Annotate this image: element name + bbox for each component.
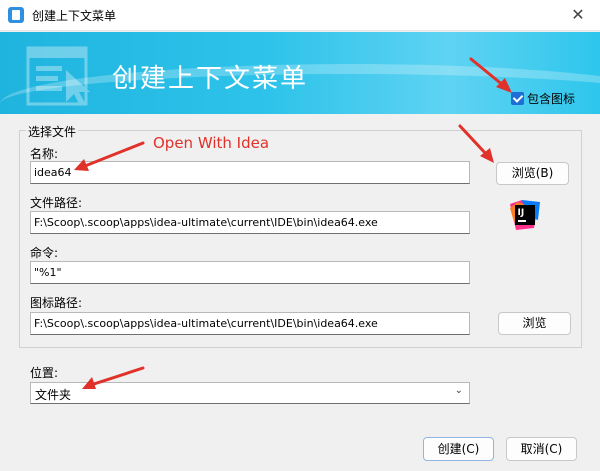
name-input[interactable]: idea64 <box>30 161 470 184</box>
browse-exe-button[interactable]: 浏览(B) <box>496 162 569 185</box>
header-banner: 创建上下文菜单 <box>0 32 600 114</box>
include-icon-label: 包含图标 <box>527 92 576 106</box>
group-title: 选择文件 <box>26 123 79 140</box>
title-bar: 创建上下文菜单 ✕ <box>0 0 600 31</box>
location-select[interactable]: 文件夹 ⌄ <box>30 382 470 404</box>
browse-icon-button[interactable]: 浏览 <box>498 312 571 335</box>
icon-path-input[interactable]: F:\Scoop\.scoop\apps\idea-ultimate\curre… <box>30 312 470 335</box>
include-icon-option[interactable]: 包含图标 <box>511 90 575 108</box>
include-icon-checkbox[interactable] <box>511 92 524 105</box>
icon-path-label: 图标路径: <box>30 296 83 310</box>
window-title: 创建上下文菜单 <box>32 9 117 23</box>
create-button[interactable]: 创建(C) <box>423 437 494 461</box>
name-label: 名称: <box>30 147 59 161</box>
command-input[interactable]: "%1" <box>30 261 470 284</box>
file-path-label: 文件路径: <box>30 196 83 210</box>
command-label: 命令: <box>30 246 59 260</box>
svg-text:IJ: IJ <box>518 208 525 218</box>
close-icon: ✕ <box>571 5 585 24</box>
close-button[interactable]: ✕ <box>564 3 592 27</box>
banner-title: 创建上下文菜单 <box>112 64 309 94</box>
file-path-input[interactable]: F:\Scoop\.scoop\apps\idea-ultimate\curre… <box>30 211 470 234</box>
app-icon <box>8 7 24 23</box>
chevron-down-icon: ⌄ <box>454 385 463 396</box>
idea-logo-icon: IJ <box>510 200 540 230</box>
banner-icon <box>26 46 90 106</box>
location-selected-value: 文件夹 <box>35 388 72 402</box>
cancel-button[interactable]: 取消(C) <box>506 437 577 461</box>
location-label: 位置: <box>30 366 59 380</box>
annotation-text: Open With Idea <box>153 134 270 152</box>
